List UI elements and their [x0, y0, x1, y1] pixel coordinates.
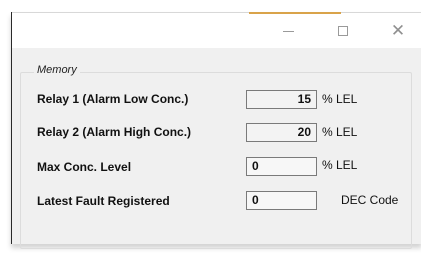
max-conc-label: Max Conc. Level — [37, 160, 132, 174]
minimize-button[interactable] — [265, 13, 311, 48]
title-bar[interactable]: ✕ — [12, 12, 421, 48]
maximize-icon — [338, 25, 348, 36]
maximize-button[interactable] — [320, 13, 366, 48]
latest-fault-label: Latest Fault Registered — [37, 194, 170, 208]
relay1-unit: % LEL — [322, 92, 358, 106]
memory-group-title: Memory — [34, 64, 80, 76]
relay1-label: Relay 1 (Alarm Low Conc.) — [37, 92, 189, 106]
minimize-icon — [282, 31, 294, 32]
relay2-label: Relay 2 (Alarm High Conc.) — [37, 125, 192, 139]
max-conc-unit: % LEL — [322, 158, 358, 172]
max-conc-value-field[interactable]: 0 — [246, 157, 317, 176]
relay2-unit: % LEL — [322, 125, 358, 139]
screen: ✕ Memory Relay 1 (Alarm Low Conc.) 15 % … — [0, 0, 421, 255]
latest-fault-unit: DEC Code — [341, 193, 399, 207]
relay2-value-field[interactable]: 20 — [246, 123, 317, 142]
close-icon: ✕ — [390, 20, 406, 41]
relay1-value-field[interactable]: 15 — [246, 90, 317, 109]
app-window: ✕ Memory Relay 1 (Alarm Low Conc.) 15 % … — [11, 12, 421, 249]
close-button[interactable]: ✕ — [375, 13, 421, 48]
latest-fault-value-field[interactable]: 0 — [246, 191, 317, 210]
